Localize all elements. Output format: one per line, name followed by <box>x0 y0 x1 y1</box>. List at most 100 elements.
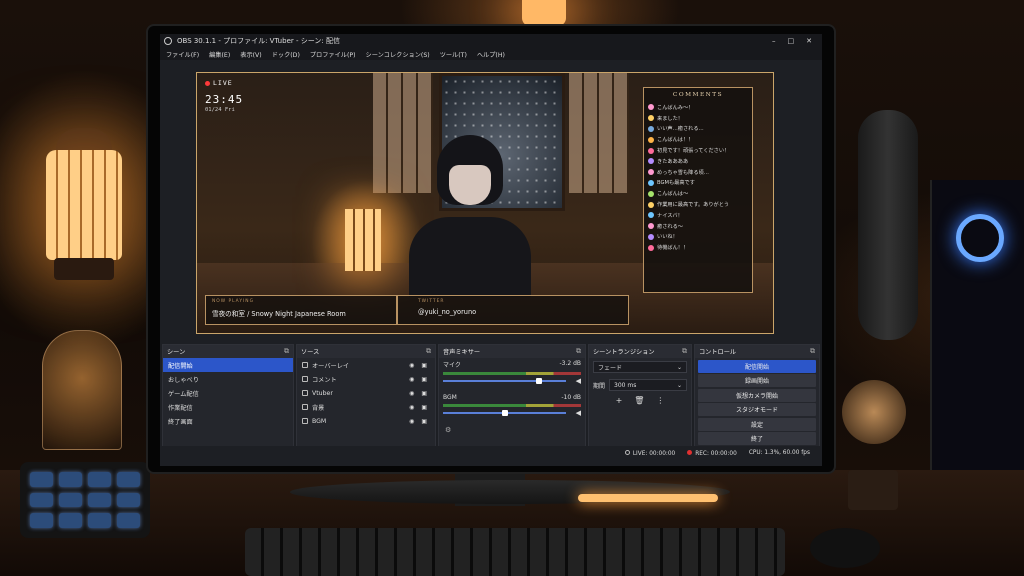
level-meter <box>443 372 581 375</box>
comment-row: 作業用に最高です。ありがとう <box>648 199 748 210</box>
sources-dock: ソース ⧉ オーバーレイ ◉ ▣ コメント ◉ ▣ Vtuber ◉ ▣ 背景 ◉ ▣ BGM ◉ ▣ <box>296 344 436 460</box>
mixer-settings-icon[interactable]: ⚙ <box>439 418 585 442</box>
eye-icon[interactable]: ◉ <box>409 404 414 411</box>
live-label: LIVE <box>213 79 233 87</box>
slider-knob[interactable] <box>501 410 508 416</box>
clock-date: 01/24 Fri <box>205 107 235 113</box>
duration-label: 期間 <box>593 382 606 390</box>
comment-text: めっちゃ雪も降る頃… <box>657 169 709 176</box>
exit-button[interactable]: 終了 <box>698 432 816 445</box>
maximize-icon[interactable]: □ <box>788 37 795 45</box>
pendant-lamp <box>522 0 566 26</box>
studio-mode-button[interactable]: スタジオモード <box>698 403 816 416</box>
lock-icon[interactable]: ▣ <box>421 390 427 397</box>
start-streaming-button[interactable]: 配信開始 <box>698 359 816 373</box>
source-label: オーバーレイ <box>312 362 350 370</box>
start-recording-button[interactable]: 録画開始 <box>698 374 816 387</box>
comment-text: BGMも最高です <box>657 180 695 187</box>
duration-field[interactable]: 300 ms ⌄ <box>609 379 687 391</box>
sources-title: ソース <box>301 349 320 356</box>
live-clock: LIVE 23:45 01/24 Fri <box>205 79 247 121</box>
eye-icon[interactable]: ◉ <box>409 390 414 397</box>
menu-profile[interactable]: プロファイル(P) <box>310 50 356 59</box>
slider-knob[interactable] <box>536 378 543 384</box>
now-playing-track: 雪夜の和室 / Snowy Night Japanese Room <box>212 310 346 318</box>
live-dot-icon <box>205 80 210 86</box>
scene-item[interactable]: 作業配信 <box>163 400 293 414</box>
menu-dock[interactable]: ドック(D) <box>272 50 300 59</box>
source-item[interactable]: BGM ◉ ▣ <box>297 414 435 428</box>
title-bar: OBS 30.1.1 - プロファイル: VTuber - シーン: 配信 – … <box>160 34 822 48</box>
close-icon[interactable]: ✕ <box>806 37 812 45</box>
volume-slider[interactable]: ◀ <box>443 409 581 417</box>
scene-item[interactable]: おしゃべり <box>163 372 293 386</box>
more-icon[interactable]: ⋮ <box>656 396 664 405</box>
source-label: 背景 <box>312 404 325 412</box>
add-icon[interactable]: + <box>616 396 623 405</box>
source-item[interactable]: オーバーレイ ◉ ▣ <box>297 358 435 372</box>
menu-file[interactable]: ファイル(F) <box>166 50 199 59</box>
source-item[interactable]: 背景 ◉ ▣ <box>297 400 435 414</box>
lock-icon[interactable]: ▣ <box>421 376 427 383</box>
menu-scene-collection[interactable]: シーンコレクション(S) <box>366 50 430 59</box>
dock-close-icon[interactable]: ⧉ <box>426 347 431 356</box>
mixer-channel: マイク -3.2 dB ◀ <box>439 358 585 386</box>
dock-close-icon[interactable]: ⧉ <box>682 347 687 356</box>
eye-icon[interactable]: ◉ <box>409 418 414 425</box>
rec-status-text: REC: 00:00:00 <box>695 450 737 457</box>
stream-preview[interactable]: LIVE 23:45 01/24 Fri COMMENTS こんばんみ〜！ 来まし… <box>196 72 774 334</box>
source-item[interactable]: Vtuber ◉ ▣ <box>297 386 435 400</box>
dock-close-icon[interactable]: ⧉ <box>284 347 289 356</box>
comment-row: ナイスバ！ <box>648 210 748 221</box>
menu-view[interactable]: 表示(V) <box>240 50 261 59</box>
acrylic-stand <box>42 330 122 450</box>
overlay-source-icon <box>302 362 308 368</box>
transitions-title: シーントランジション <box>593 349 655 356</box>
menu-bar: ファイル(F) 編集(E) 表示(V) ドック(D) プロファイル(P) シーン… <box>160 48 822 60</box>
scene-item[interactable]: 終了画面 <box>163 414 293 428</box>
lock-icon[interactable]: ▣ <box>421 418 427 425</box>
menu-tools[interactable]: ツール(T) <box>440 50 467 59</box>
window-title: OBS 30.1.1 - プロファイル: VTuber - シーン: 配信 <box>177 37 340 45</box>
desk-light-strip <box>578 494 718 502</box>
transition-select[interactable]: フェード ⌄ <box>593 361 687 373</box>
trash-icon[interactable]: 🗑 <box>634 396 644 405</box>
stream-deck <box>20 462 150 538</box>
comment-row: いい声…癒される… <box>648 124 748 135</box>
comment-text: こんばんは〜 <box>657 191 689 198</box>
speaker-icon[interactable]: ◀ <box>576 377 581 385</box>
cpu-status: CPU: 1.3%, 60.00 fps <box>748 450 810 456</box>
clock-time: 23:45 <box>205 93 244 106</box>
menu-edit[interactable]: 編集(E) <box>209 50 230 59</box>
stepper-icon[interactable]: ⌄ <box>677 382 682 389</box>
menu-help[interactable]: ヘルプ(H) <box>477 50 505 59</box>
dock-close-icon[interactable]: ⧉ <box>810 347 815 356</box>
comment-text: いい声…癒される… <box>657 126 704 133</box>
commenter-avatar-icon <box>648 104 654 111</box>
commenter-avatar-icon <box>648 223 654 230</box>
scene-item[interactable]: ゲーム配信 <box>163 386 293 400</box>
scene-item[interactable]: 配信開始 <box>163 358 293 372</box>
speaker-icon[interactable]: ◀ <box>576 409 581 417</box>
lock-icon[interactable]: ▣ <box>421 404 427 411</box>
obs-icon <box>164 37 172 45</box>
live-status-text: LIVE: 00:00:00 <box>632 450 676 457</box>
eye-icon[interactable]: ◉ <box>409 376 414 383</box>
source-item[interactable]: コメント ◉ ▣ <box>297 372 435 386</box>
dock-close-icon[interactable]: ⧉ <box>576 347 581 356</box>
virtual-camera-button[interactable]: 仮想カメラ開始 <box>698 388 816 402</box>
eye-icon[interactable]: ◉ <box>409 362 414 369</box>
settings-button[interactable]: 設定 <box>698 417 816 431</box>
transition-type: フェード <box>598 364 623 372</box>
volume-slider[interactable]: ◀ <box>443 377 581 385</box>
controls-title: コントロール <box>699 349 737 356</box>
duration-value: 300 ms <box>614 381 637 389</box>
comment-text: きたああああ <box>657 158 689 165</box>
mixer-channel: BGM -10 dB ◀ <box>439 392 585 418</box>
minimize-icon[interactable]: – <box>772 37 776 45</box>
lock-icon[interactable]: ▣ <box>421 362 427 369</box>
commenter-avatar-icon <box>648 158 654 165</box>
lantern-base <box>54 258 114 280</box>
commenter-avatar-icon <box>648 201 654 208</box>
paper-lantern <box>46 150 122 260</box>
